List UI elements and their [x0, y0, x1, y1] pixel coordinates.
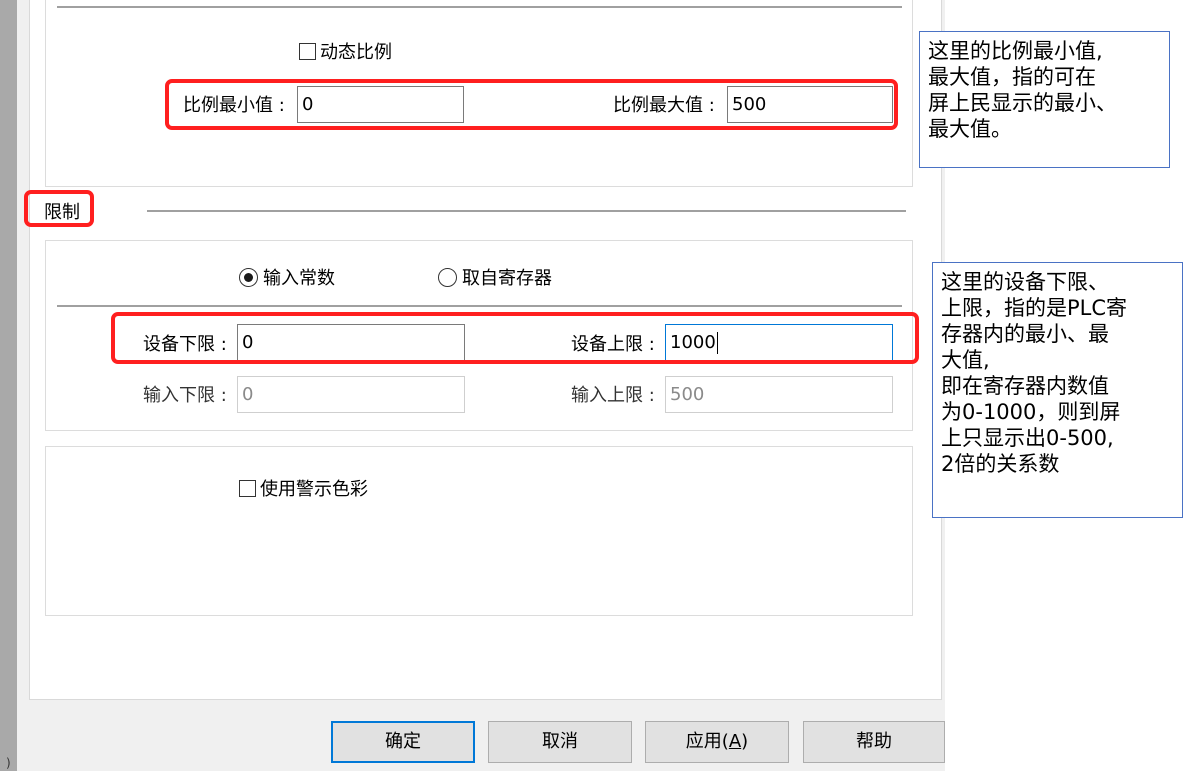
- apply-label: 应用(: [685, 731, 729, 752]
- limits-title-line: [147, 210, 906, 212]
- input-low-label: 输入下限 :: [143, 385, 227, 406]
- limits-divider: [57, 305, 902, 307]
- apply-suffix: ): [741, 731, 749, 752]
- use-warning-color-label: 使用警示色彩: [260, 479, 368, 500]
- left-strip-char: ): [6, 756, 11, 770]
- checkbox-box: [239, 479, 256, 497]
- radio-input-constant[interactable]: 输入常数: [239, 264, 335, 290]
- annotation-note-ratio: 这里的比例最小值, 最大值，指的可在 屏上民显示的最小、 最大值。: [919, 31, 1170, 168]
- annotation-note-device: 这里的设备下限、 上限，指的是PLC寄 存器内的最小、最 大值, 即在寄存器内数…: [932, 262, 1183, 518]
- radio-constant-label: 输入常数: [263, 268, 335, 289]
- input-high-label: 输入上限 :: [571, 385, 655, 406]
- warning-group: [45, 446, 913, 616]
- help-button[interactable]: 帮助: [803, 721, 945, 763]
- limits-section-title: 限制: [44, 202, 80, 223]
- left-window-strip: ): [0, 0, 17, 771]
- input-high-value: 500: [670, 384, 705, 405]
- device-limits-highlight: [111, 312, 919, 364]
- radio-from-register[interactable]: 取自寄存器: [438, 264, 552, 290]
- radio-register-label: 取自寄存器: [462, 268, 552, 289]
- dynamic-ratio-checkbox[interactable]: 动态比例: [299, 38, 392, 64]
- use-warning-color-checkbox[interactable]: 使用警示色彩: [239, 475, 368, 501]
- apply-button[interactable]: 应用(A): [645, 721, 789, 763]
- ok-label: 确定: [385, 731, 421, 752]
- input-high-field[interactable]: 500: [665, 376, 893, 413]
- radio-selected-dot: [239, 267, 258, 287]
- dynamic-ratio-label: 动态比例: [320, 42, 392, 63]
- cancel-label: 取消: [542, 731, 578, 752]
- checkbox-box: [299, 42, 316, 60]
- scale-divider: [57, 6, 902, 8]
- help-label: 帮助: [856, 731, 892, 752]
- radio-empty-circle: [438, 267, 457, 287]
- input-low-field[interactable]: 0: [237, 376, 465, 413]
- ok-button[interactable]: 确定: [331, 721, 475, 763]
- ratio-highlight-box: [165, 79, 898, 130]
- apply-mnemonic: A: [728, 731, 742, 752]
- input-low-value: 0: [242, 384, 254, 405]
- cancel-button[interactable]: 取消: [488, 721, 632, 763]
